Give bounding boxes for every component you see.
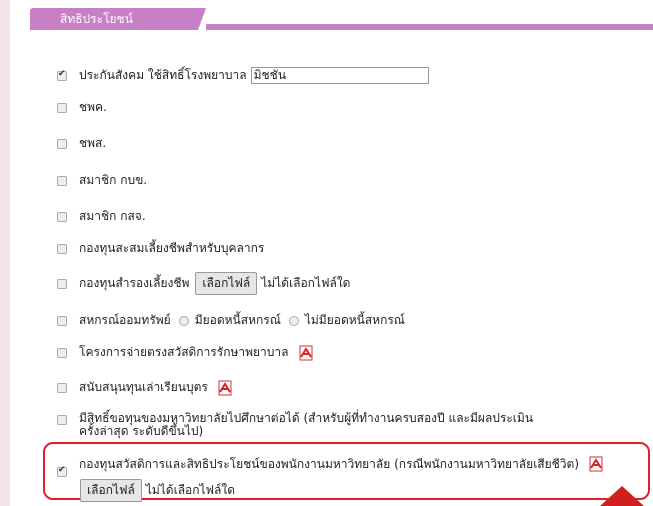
provident-fund-checkbox[interactable] xyxy=(57,278,67,289)
welfare-fund-file-status: ไม่ได้เลือกไฟล์ใด xyxy=(145,483,236,497)
staff-fund-checkbox[interactable] xyxy=(57,243,67,254)
provident-fund-file-status: ไม่ได้เลือกไฟล์ใด xyxy=(261,276,351,290)
benefit-row-social-security: ประกันสังคม ใช้สิทธิ์โรงพยาบาล xyxy=(57,66,429,85)
chps-label: ชพส. xyxy=(79,136,107,150)
pointer-arrow xyxy=(600,486,644,506)
pdf-icon[interactable] xyxy=(216,379,234,397)
welfare-fund-checkbox[interactable] xyxy=(57,465,67,477)
has-debt-radio[interactable] xyxy=(178,315,189,326)
welfare-fund-file-row: เลือกไฟล์ ไม่ได้เลือกไฟล์ใด xyxy=(74,479,235,502)
benefit-row-welfare-fund: กองทุนสวัสดิการและสิทธิประโยชน์ของพนักงา… xyxy=(57,451,605,477)
no-debt-label: ไม่มียอดหนี้สหกรณ์ xyxy=(304,313,405,327)
section-title: สิทธิประโยชน์ xyxy=(30,8,206,30)
gpf-checkbox[interactable] xyxy=(57,175,67,186)
has-debt-label: มียอดหนี้สหกรณ์ xyxy=(194,313,281,327)
benefit-row-provident-fund: กองทุนสำรองเลี้ยงชีพ เลือกไฟล์ ไม่ได้เลื… xyxy=(57,272,350,295)
social-security-label: ประกันสังคม ใช้สิทธิ์โรงพยาบาล xyxy=(79,68,247,82)
scholarship-checkbox[interactable] xyxy=(57,415,67,425)
welfare-fund-file-button[interactable]: เลือกไฟล์ xyxy=(80,479,142,502)
ksj-label: สมาชิก กสจ. xyxy=(79,209,146,223)
section-divider xyxy=(206,24,653,30)
tuition-label: สนับสนุนทุนเล่าเรียนบุตร xyxy=(79,380,208,394)
section-header: สิทธิประโยชน์ xyxy=(30,8,653,30)
provident-fund-file-button[interactable]: เลือกไฟล์ xyxy=(195,272,258,295)
provident-fund-label: กองทุนสำรองเลี้ยงชีพ xyxy=(79,276,190,290)
cooperative-checkbox[interactable] xyxy=(57,315,67,326)
welfare-fund-label: กองทุนสวัสดิการและสิทธิประโยชน์ของพนักงา… xyxy=(79,456,580,471)
chpk-checkbox[interactable] xyxy=(57,102,67,113)
benefit-row-tuition: สนับสนุนทุนเล่าเรียนบุตร xyxy=(57,378,234,397)
benefit-row-gpf: สมาชิก กบข. xyxy=(57,171,147,190)
pdf-icon[interactable] xyxy=(587,455,605,473)
benefit-row-chpk: ชพค. xyxy=(57,98,107,117)
ksj-checkbox[interactable] xyxy=(57,211,67,222)
benefit-row-medical: โครงการจ่ายตรงสวัสดิการรักษาพยาบาล xyxy=(57,343,315,362)
chpk-label: ชพค. xyxy=(79,100,107,114)
scholarship-label: มีสิทธิ์ขอทุนของมหาวิทยาลัยไปศึกษาต่อได้… xyxy=(79,411,534,438)
benefit-row-chps: ชพส. xyxy=(57,134,106,153)
chps-checkbox[interactable] xyxy=(57,138,67,149)
no-debt-radio[interactable] xyxy=(288,315,299,326)
tuition-checkbox[interactable] xyxy=(57,382,67,393)
hospital-input[interactable] xyxy=(250,67,429,84)
pdf-icon[interactable] xyxy=(297,344,315,362)
benefit-row-cooperative: สหกรณ์ออมทรัพย์ มียอดหนี้สหกรณ์ ไม่มียอด… xyxy=(57,311,405,330)
medical-checkbox[interactable] xyxy=(57,347,67,358)
gpf-label: สมาชิก กบข. xyxy=(79,173,148,187)
benefit-row-staff-fund: กองทุนสะสมเลี้ยงชีพสำหรับบุคลากร xyxy=(57,239,264,258)
staff-fund-label: กองทุนสะสมเลี้ยงชีพสำหรับบุคลากร xyxy=(79,241,265,255)
social-security-checkbox[interactable] xyxy=(57,69,67,81)
benefit-row-scholarship: มีสิทธิ์ขอทุนของมหาวิทยาลัยไปศึกษาต่อได้… xyxy=(57,412,549,438)
medical-label: โครงการจ่ายตรงสวัสดิการรักษาพยาบาล xyxy=(79,345,289,359)
cooperative-label: สหกรณ์ออมทรัพย์ xyxy=(79,313,171,327)
benefit-row-ksj: สมาชิก กสจ. xyxy=(57,207,146,226)
